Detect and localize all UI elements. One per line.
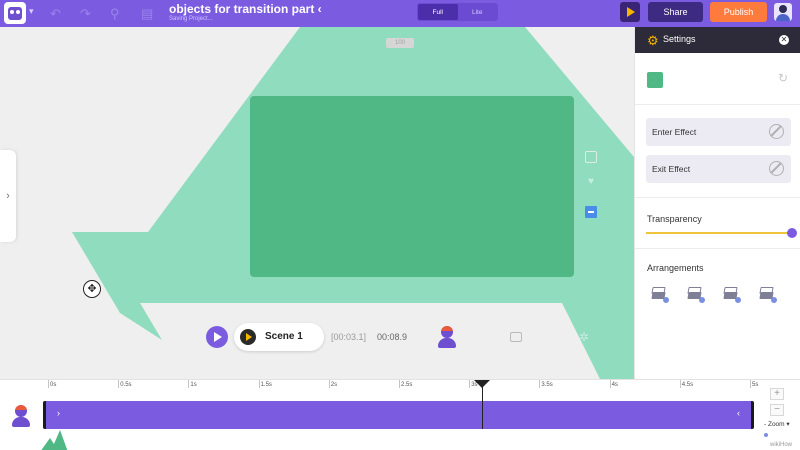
scene-play-icon bbox=[240, 329, 256, 345]
project-title[interactable]: objects for transition part ‹ bbox=[169, 2, 322, 16]
top-bar: ▾ ↶ ↷ ⚲ ▤ objects for transition part ‹ … bbox=[0, 0, 800, 27]
ruler-label: 2.5s bbox=[401, 382, 413, 388]
character-head bbox=[441, 326, 453, 338]
menu-caret-icon[interactable]: ▾ bbox=[29, 6, 34, 17]
transparency-slider-handle[interactable] bbox=[787, 228, 797, 238]
divider bbox=[635, 197, 800, 198]
enter-effect-button[interactable]: Enter Effect bbox=[646, 118, 791, 146]
character-body bbox=[12, 417, 30, 427]
disabled-icon bbox=[769, 124, 784, 139]
canvas-area[interactable]: 100 › ♥ ✥ Scene 1 [00:03.1] 00:08.9 ✲ bbox=[0, 27, 634, 379]
ruler-tick bbox=[750, 380, 751, 388]
move-cursor-icon[interactable]: ✥ bbox=[83, 280, 101, 298]
timeline: 0s 0.5s 1s 1.5s 2s 2.5s 3s 3.5s 4s 4.5s 5s › ‹ + −… bbox=[0, 379, 800, 450]
ruler-tick bbox=[539, 380, 541, 388]
zoom-out-button[interactable]: − bbox=[770, 404, 784, 416]
logo-face-icon bbox=[8, 7, 22, 20]
mode-full-button[interactable]: Full bbox=[418, 4, 458, 20]
ruler-label: 2s bbox=[330, 382, 338, 388]
zoom-dropdown[interactable]: - Zoom ▾ bbox=[764, 420, 790, 428]
transparency-slider[interactable] bbox=[646, 232, 792, 234]
track-start-handle-icon[interactable]: › bbox=[57, 408, 60, 418]
close-icon[interactable]: ✕ bbox=[779, 35, 789, 45]
zoom-indicator-dot bbox=[764, 433, 768, 437]
current-time: [00:03.1] bbox=[331, 332, 367, 342]
track-end-handle-icon[interactable]: ‹ bbox=[737, 408, 740, 418]
zoom-in-button[interactable]: + bbox=[770, 388, 784, 400]
ruler-label: 4.5s bbox=[681, 382, 694, 388]
redo-icon[interactable]: ↷ bbox=[80, 6, 91, 22]
undo-icon[interactable]: ↶ bbox=[50, 6, 61, 22]
ruler-label: 1s bbox=[190, 382, 197, 388]
left-panel-toggle[interactable]: › bbox=[0, 150, 16, 242]
dark-green-rectangle bbox=[250, 96, 574, 277]
divider bbox=[635, 248, 800, 249]
search-icon[interactable]: ⚲ bbox=[110, 6, 120, 22]
user-avatar[interactable] bbox=[774, 3, 792, 21]
app-logo[interactable] bbox=[4, 2, 26, 24]
ruler-tick bbox=[609, 380, 611, 388]
ruler-tick bbox=[188, 380, 190, 388]
character-body bbox=[438, 338, 456, 348]
watermark: wikiHow bbox=[770, 442, 793, 448]
canvas-settings-icon[interactable]: ✲ bbox=[579, 330, 589, 344]
divider bbox=[635, 104, 800, 105]
ruler-tick bbox=[118, 380, 120, 388]
ruler-tick bbox=[48, 380, 49, 388]
scene-play-button[interactable] bbox=[206, 326, 228, 348]
ruler-label: 4s bbox=[611, 382, 618, 388]
track-character-icon[interactable] bbox=[11, 405, 31, 429]
heart-icon[interactable]: ♥ bbox=[585, 176, 597, 188]
send-to-back-icon[interactable] bbox=[757, 285, 777, 303]
audio-waveform bbox=[41, 430, 68, 450]
character-head bbox=[15, 405, 27, 417]
transparency-label: Transparency bbox=[647, 214, 702, 224]
ruler-tick bbox=[469, 380, 471, 388]
timeline-track[interactable]: › ‹ bbox=[43, 401, 754, 429]
arrangements-label: Arrangements bbox=[647, 263, 704, 273]
exit-effect-button[interactable]: Exit Effect bbox=[646, 155, 791, 183]
refresh-icon[interactable]: ↻ bbox=[778, 71, 788, 85]
project-status: Saving Project... bbox=[169, 16, 213, 22]
disabled-icon bbox=[769, 161, 784, 176]
enter-effect-label: Enter Effect bbox=[652, 127, 697, 137]
mode-lite-button[interactable]: Lite bbox=[458, 4, 498, 20]
settings-header: ⚙ Settings ✕ bbox=[635, 27, 800, 53]
ruler-label: 1.5s bbox=[260, 382, 272, 388]
canvas-zoom-pill[interactable]: 100 bbox=[386, 38, 414, 48]
ruler-label: 0.5s bbox=[120, 382, 132, 388]
gear-icon: ⚙ bbox=[647, 33, 659, 48]
settings-title: Settings bbox=[663, 34, 696, 44]
color-swatch[interactable] bbox=[647, 72, 663, 88]
ruler-label: 3.5s bbox=[541, 382, 553, 388]
publish-button[interactable]: Publish bbox=[710, 2, 767, 22]
copy-icon[interactable] bbox=[585, 151, 597, 163]
bring-to-front-icon[interactable] bbox=[649, 285, 669, 303]
frame-icon[interactable] bbox=[510, 332, 522, 342]
playhead-line bbox=[482, 386, 483, 429]
save-icon[interactable]: ▤ bbox=[141, 6, 153, 22]
ruler-tick bbox=[679, 380, 681, 388]
mode-toggle[interactable]: Full Lite bbox=[417, 3, 498, 21]
bring-forward-icon[interactable] bbox=[685, 285, 705, 303]
ruler-tick bbox=[328, 380, 330, 388]
delete-element-icon[interactable] bbox=[585, 206, 597, 218]
exit-effect-label: Exit Effect bbox=[652, 164, 691, 174]
scene-name: Scene 1 bbox=[265, 331, 303, 342]
settings-panel: ⚙ Settings ✕ ↻ Enter Effect Exit Effect … bbox=[634, 27, 800, 379]
ruler-tick bbox=[258, 380, 260, 388]
share-button[interactable]: Share bbox=[648, 2, 703, 22]
total-time: 00:08.9 bbox=[377, 332, 408, 342]
scene-selector[interactable]: Scene 1 bbox=[234, 323, 324, 351]
character-icon[interactable] bbox=[437, 326, 457, 350]
ruler-label: 0s bbox=[50, 382, 57, 388]
ruler-label: 5s bbox=[752, 382, 759, 388]
send-backward-icon[interactable] bbox=[721, 285, 741, 303]
preview-play-button[interactable] bbox=[620, 2, 640, 22]
ruler-tick bbox=[399, 380, 400, 388]
